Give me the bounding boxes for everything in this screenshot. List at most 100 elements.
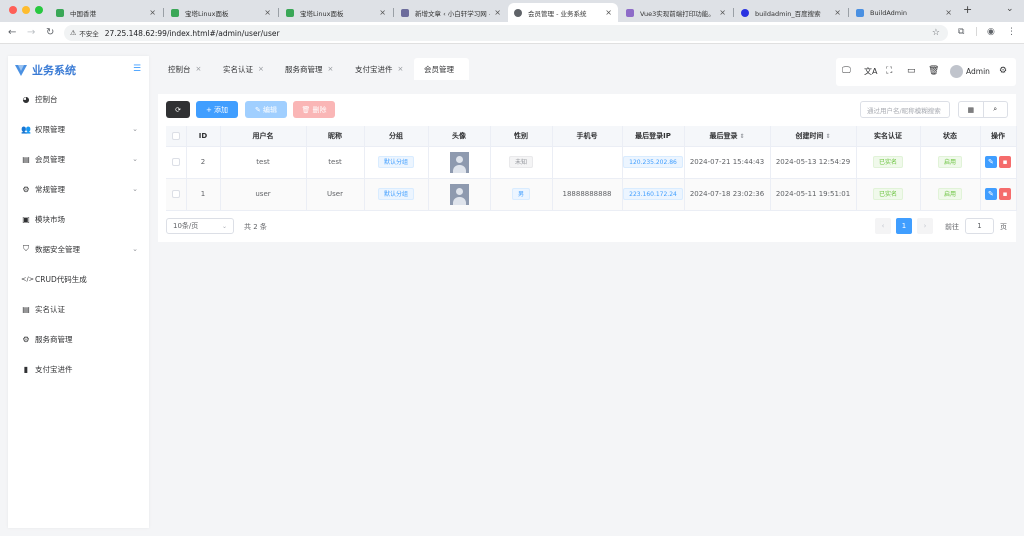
page-size-select[interactable]: 10条/页 ⌄ (166, 218, 234, 234)
prev-page-button[interactable]: ‹ (875, 218, 891, 234)
bookmark-star-icon[interactable]: ☆ (932, 28, 940, 38)
column-header-sortable[interactable]: 最后登录 ⇕ (684, 126, 771, 147)
edit-pencil-icon[interactable]: ✎ (984, 188, 997, 200)
edit-pencil-icon[interactable]: ✎ (984, 156, 997, 168)
sort-icon[interactable]: ⇕ (825, 133, 830, 140)
url-text[interactable]: 27.25.148.62:99/index.html#/admin/user/u… (105, 29, 280, 38)
browser-tab-7[interactable]: buildadmin_百度搜索 × (735, 3, 847, 22)
close-tab-icon[interactable]: × (379, 8, 386, 17)
id-card-icon: ▤ (22, 154, 30, 164)
new-tab-button[interactable]: + (963, 3, 972, 16)
verified-tag: 已实名 (872, 156, 903, 168)
sidebar-item-real-name[interactable]: ▤ 实名认证 (8, 294, 149, 324)
sidebar-item-module-market[interactable]: ▣ 模块市场 (8, 204, 149, 234)
select-all-checkbox[interactable] (171, 131, 180, 140)
tab-title: Vue3实现前端打印功能。 (640, 9, 715, 18)
browser-tab-3[interactable]: 宝塔Linux面板 × (280, 3, 392, 22)
nav-tab-providers[interactable]: 服务商管理 × (285, 58, 333, 80)
profile-icon[interactable]: ◉ (987, 27, 995, 37)
browser-tab-5-active[interactable]: 会员管理 - 业务系统 × (508, 3, 618, 22)
close-tab-icon[interactable]: × (834, 8, 841, 17)
browser-tab-1[interactable]: 中国香港 × (50, 3, 162, 22)
forward-arrow-icon[interactable]: → (27, 27, 35, 38)
nav-tab-members-active[interactable]: 会员管理 (414, 58, 469, 80)
sidebar-item-providers[interactable]: ⚙ 服务商管理 (8, 324, 149, 354)
table-row[interactable]: 1 user User 默认分组 男 18888888888 223.160.1… (166, 178, 1017, 211)
row-checkbox[interactable] (171, 158, 180, 166)
sidebar-item-data-security[interactable]: ⛉ 数据安全管理 ⌄ (8, 234, 149, 264)
tab-search-chevron-icon[interactable]: ⌄ (1006, 4, 1014, 14)
search-input[interactable]: 通过用户名/昵称模糊搜索 (860, 101, 950, 118)
baidu-paw-icon (741, 8, 749, 17)
sort-icon[interactable]: ⇕ (739, 133, 744, 140)
columns-grid-icon[interactable]: ▦ (959, 102, 984, 117)
browser-tab-2[interactable]: 宝塔Linux面板 × (165, 3, 277, 22)
column-header-sortable[interactable]: 创建时间 ⇕ (770, 126, 857, 147)
close-tab-icon[interactable]: × (264, 8, 271, 17)
back-arrow-icon[interactable]: ← (8, 27, 16, 38)
close-tab-icon[interactable]: × (945, 8, 952, 17)
close-tab-icon[interactable]: × (149, 8, 156, 17)
close-tab-icon[interactable]: × (605, 8, 612, 17)
select-all-cell[interactable] (166, 126, 187, 147)
refresh-button[interactable]: ⟳ (166, 101, 190, 118)
sidebar-item-crud[interactable]: </> CRUD代码生成 (8, 264, 149, 294)
page-1-button[interactable]: 1 (896, 218, 912, 234)
security-label: 不安全 (79, 30, 99, 38)
next-page-button[interactable]: › (917, 218, 933, 234)
delete-button[interactable]: 🗑 删除 (293, 101, 335, 118)
row-select-cell[interactable] (166, 146, 187, 179)
trash-icon[interactable]: 🗑 (928, 66, 939, 76)
close-icon[interactable]: × (328, 65, 334, 73)
sidebar-item-permissions[interactable]: 👥 权限管理 ⌄ (8, 114, 149, 144)
collapse-menu-icon[interactable]: ☰ (133, 64, 141, 74)
maximize-window-button[interactable] (35, 6, 43, 14)
reload-icon[interactable]: ↻ (46, 27, 54, 38)
sidebar-item-general[interactable]: ⚙ 常规管理 ⌄ (8, 174, 149, 204)
close-tab-icon[interactable]: × (719, 8, 726, 17)
search-icon[interactable]: ⌕ (984, 102, 1008, 117)
nav-tab-alipay[interactable]: 支付宝进件 × (355, 58, 403, 80)
user-avatar-image[interactable] (449, 151, 469, 173)
add-button[interactable]: + 添加 (196, 101, 238, 118)
sidebar-item-dashboard[interactable]: ◕ 控制台 (8, 84, 149, 114)
chevron-down-icon: ⌄ (132, 245, 138, 253)
close-icon[interactable]: × (258, 65, 264, 73)
brand[interactable]: 业务系统 (14, 62, 76, 78)
monitor-icon[interactable]: 🖵 (842, 66, 851, 76)
settings-gears-icon[interactable]: ⚙ (999, 66, 1007, 76)
fullscreen-icon[interactable]: ⛶ (886, 66, 892, 76)
menu-kebab-icon[interactable]: ⋮ (1007, 27, 1016, 37)
minimize-window-button[interactable] (22, 6, 30, 14)
close-icon[interactable]: × (398, 65, 404, 73)
terminal-icon[interactable]: ▭ (907, 66, 916, 76)
address-bar[interactable]: ⚠ 不安全 27.25.148.62:99/index.html#/admin/… (64, 25, 948, 41)
delete-trash-icon[interactable]: ▪ (999, 156, 1012, 168)
user-avatar-image[interactable] (449, 183, 469, 205)
goto-page-input[interactable]: 1 (965, 218, 994, 234)
table-row[interactable]: 2 test test 默认分组 未知 120.235.202.86 2024-… (166, 146, 1017, 179)
translate-icon[interactable]: 文A (864, 66, 877, 77)
id-card-icon: ▤ (22, 304, 30, 314)
delete-trash-icon[interactable]: ▪ (999, 188, 1012, 200)
browser-tab-8[interactable]: BuildAdmin × (850, 3, 958, 22)
bar-chart-icon: ▮ (23, 364, 29, 374)
browser-tab-4[interactable]: 新增文章 ‹ 小白轩学习网 — WordPress × (395, 3, 507, 22)
row-checkbox[interactable] (171, 190, 180, 198)
buildadmin-logo-icon (15, 65, 27, 76)
sidebar: 业务系统 ☰ ◕ 控制台 👥 权限管理 ⌄ ▤ 会员管理 ⌄ ⚙ 常规管理 ⌄ … (8, 56, 149, 528)
close-window-button[interactable] (9, 6, 17, 14)
avatar[interactable] (950, 65, 963, 78)
gears-icon: ⚙ (22, 184, 30, 194)
extensions-puzzle-icon[interactable]: ⧉ (958, 27, 964, 37)
username[interactable]: Admin (966, 67, 990, 76)
browser-tab-6[interactable]: Vue3实现前端打印功能。 × (620, 3, 732, 22)
nav-tab-dashboard[interactable]: 控制台 × (168, 58, 201, 80)
close-tab-icon[interactable]: × (494, 8, 501, 17)
nav-tab-real-name[interactable]: 实名认证 × (223, 58, 264, 80)
sidebar-item-alipay[interactable]: ▮ 支付宝进件 (8, 354, 149, 384)
sidebar-item-members[interactable]: ▤ 会员管理 ⌄ (8, 144, 149, 174)
close-icon[interactable]: × (196, 65, 202, 73)
edit-button[interactable]: ✎ 编辑 (245, 101, 287, 118)
row-select-cell[interactable] (166, 178, 187, 211)
